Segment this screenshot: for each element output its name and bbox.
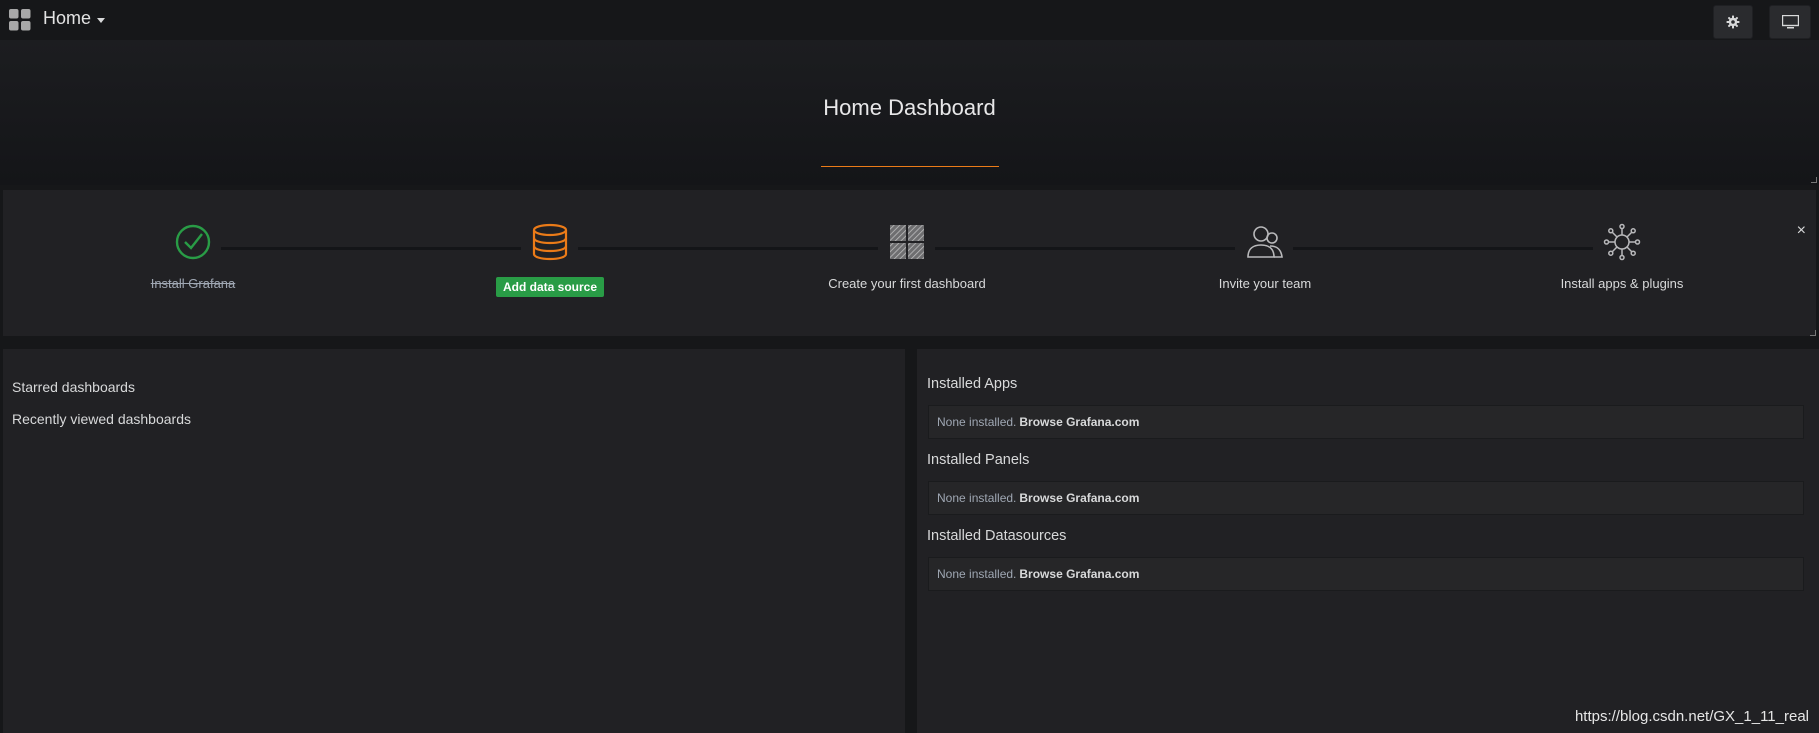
database-icon bbox=[532, 223, 568, 261]
starred-dashboards-link[interactable]: Starred dashboards bbox=[12, 379, 135, 395]
step-label[interactable]: Create your first dashboard bbox=[777, 276, 1037, 291]
plugins-icon bbox=[1603, 223, 1641, 261]
step-invite-team: Invite your team bbox=[1135, 222, 1395, 291]
installed-apps-box: None installed. Browse Grafana.com bbox=[928, 405, 1804, 439]
none-installed-text: None installed. bbox=[937, 415, 1017, 429]
none-installed-text: None installed. bbox=[937, 491, 1017, 505]
browse-grafana-link[interactable]: Browse Grafana.com bbox=[1019, 415, 1139, 429]
dashboard-picker[interactable]: Home bbox=[43, 8, 106, 29]
panel-resize-handle[interactable] bbox=[1810, 330, 1816, 336]
none-installed-text: None installed. bbox=[937, 567, 1017, 581]
step-install-grafana: Install Grafana bbox=[63, 222, 323, 291]
browse-grafana-link[interactable]: Browse Grafana.com bbox=[1019, 567, 1139, 581]
step-create-dashboard: Create your first dashboard bbox=[777, 222, 1037, 291]
installed-panels-box: None installed. Browse Grafana.com bbox=[928, 481, 1804, 515]
gear-icon bbox=[1726, 15, 1740, 29]
dashboard-list-panel: Starred dashboards Recently viewed dashb… bbox=[3, 349, 905, 733]
users-icon bbox=[1247, 226, 1283, 258]
settings-button[interactable] bbox=[1713, 5, 1753, 39]
home-title-panel: Home Dashboard bbox=[0, 40, 1819, 185]
panel-resize-handle[interactable] bbox=[1811, 177, 1817, 183]
watermark-text: https://blog.csdn.net/GX_1_11_real bbox=[1574, 708, 1809, 725]
installed-panels-heading: Installed Panels bbox=[927, 452, 1030, 468]
caret-down-icon bbox=[97, 17, 106, 23]
installed-datasources-box: None installed. Browse Grafana.com bbox=[928, 557, 1804, 591]
top-navbar: Home bbox=[0, 0, 1819, 40]
installed-apps-heading: Installed Apps bbox=[927, 376, 1018, 392]
plugin-list-panel: Installed Apps None installed. Browse Gr… bbox=[917, 349, 1819, 733]
grafana-grid-icon[interactable] bbox=[9, 9, 31, 31]
step-label: Install Grafana bbox=[150, 276, 236, 291]
installed-datasources-heading: Installed Datasources bbox=[927, 528, 1067, 544]
browse-grafana-link[interactable]: Browse Grafana.com bbox=[1019, 491, 1139, 505]
check-circle-icon bbox=[175, 224, 211, 260]
step-install-plugins: Install apps & plugins bbox=[1492, 222, 1752, 291]
getting-started-panel: × Install Grafana Add data source Create… bbox=[3, 190, 1816, 336]
step-add-data-source: Add data source bbox=[420, 222, 680, 297]
dashboard-grid-icon bbox=[890, 225, 924, 259]
monitor-icon bbox=[1781, 15, 1799, 29]
add-data-source-button[interactable]: Add data source bbox=[495, 277, 605, 297]
tv-mode-button[interactable] bbox=[1769, 5, 1811, 39]
page-title: Home Dashboard bbox=[823, 95, 996, 120]
recent-dashboards-link[interactable]: Recently viewed dashboards bbox=[12, 411, 191, 427]
step-label[interactable]: Invite your team bbox=[1135, 276, 1395, 291]
close-button[interactable]: × bbox=[1797, 222, 1806, 240]
dashboard-picker-label: Home bbox=[43, 8, 92, 28]
step-label[interactable]: Install apps & plugins bbox=[1492, 276, 1752, 291]
title-underline bbox=[821, 166, 999, 167]
